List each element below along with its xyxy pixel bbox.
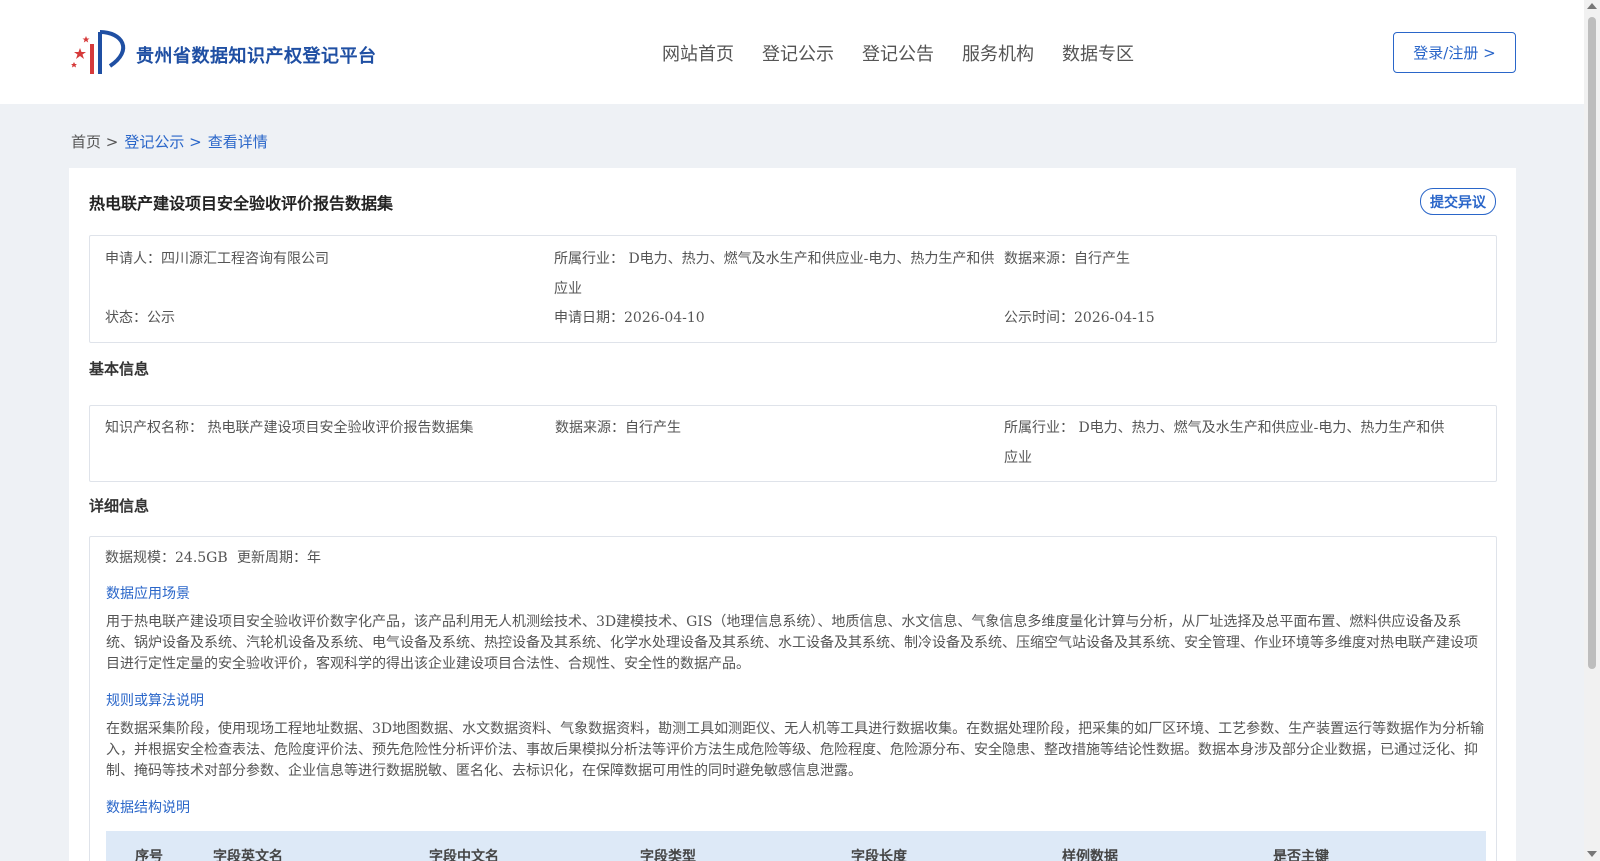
summary-box: 申请人：四川源汇工程咨询有限公司 所属行业： D电力、热力、燃气及水生产和供应业…: [89, 235, 1497, 343]
table-header-sample: 样例数据: [1062, 849, 1118, 861]
scroll-up-icon[interactable]: [1587, 3, 1597, 9]
top-header: 贵州省数据知识产权登记平台 网站首页 登记公示 登记公告 服务机构 数据专区 登…: [0, 0, 1584, 104]
publicity-time-field: 公示时间：2026-04-15: [1004, 310, 1155, 326]
breadcrumb-registration-publicity[interactable]: 登记公示 >: [124, 131, 201, 152]
structure-title: 数据结构说明: [106, 800, 190, 816]
submit-objection-button[interactable]: 提交异议: [1420, 188, 1496, 215]
table-header-field-cn: 字段中文名: [429, 849, 499, 861]
nav-item-data-zone[interactable]: 数据专区: [1062, 40, 1134, 66]
scenario-title: 数据应用场景: [106, 586, 190, 602]
basic-info-title: 基本信息: [89, 360, 150, 378]
ip-name-field: 知识产权名称： 热电联产建设项目安全验收评价报告数据集: [105, 420, 474, 436]
nav-item-service-agencies[interactable]: 服务机构: [962, 40, 1034, 66]
table-header-field-type: 字段类型: [640, 849, 696, 861]
login-register-button[interactable]: 登录/注册 >: [1393, 32, 1516, 73]
data-source-field: 数据来源：自行产生: [1004, 251, 1130, 267]
nav-item-registration-publicity[interactable]: 登记公示: [762, 40, 834, 66]
breadcrumb: 首页 > 登记公示 > 查看详情: [71, 131, 268, 152]
main-nav: 网站首页 登记公示 登记公告 服务机构 数据专区: [662, 40, 1134, 66]
apply-date-field: 申请日期：2026-04-10: [554, 310, 705, 326]
detail-info-box: 数据规模：24.5GB 更新周期：年 数据应用场景 用于热电联产建设项目安全验收…: [89, 536, 1497, 861]
data-scale-field: 数据规模：24.5GB: [105, 550, 228, 566]
detail-card: 热电联产建设项目安全验收评价报告数据集 提交异议 申请人：四川源汇工程咨询有限公…: [69, 168, 1516, 861]
applicant-field: 申请人：四川源汇工程咨询有限公司: [105, 251, 329, 267]
algorithm-text: 在数据采集阶段，使用现场工程地址数据、3D地图数据、水文数据资料、气象数据资料，…: [106, 721, 1485, 779]
nav-item-registration-announcement[interactable]: 登记公告: [862, 40, 934, 66]
update-cycle-field: 更新周期：年: [237, 550, 321, 566]
industry-field: 所属行业： D电力、热力、燃气及水生产和供应业-电力、热力生产和供应业: [554, 251, 995, 297]
table-header-field-en: 字段英文名: [213, 849, 283, 861]
algorithm-title: 规则或算法说明: [106, 693, 204, 709]
basic-industry-field: 所属行业： D电力、热力、燃气及水生产和供应业-电力、热力生产和供应业: [1004, 420, 1445, 466]
breadcrumb-current: 查看详情: [207, 133, 268, 151]
nav-item-home[interactable]: 网站首页: [662, 40, 734, 66]
basic-data-source-field: 数据来源：自行产生: [555, 420, 681, 436]
detail-info-title: 详细信息: [89, 497, 150, 515]
scroll-down-icon[interactable]: [1587, 851, 1597, 857]
structure-table-header: 序号 字段英文名 字段中文名 字段类型 字段长度 样例数据 是否主键: [106, 831, 1486, 861]
platform-logo-icon[interactable]: [70, 26, 130, 78]
table-header-primary-key: 是否主键: [1273, 849, 1329, 861]
breadcrumb-home[interactable]: 首页 >: [71, 131, 118, 152]
table-header-field-length: 字段长度: [851, 849, 907, 861]
scenario-text: 用于热电联产建设项目安全验收评价数字化产品，该产品利用无人机测绘技术、3D建模技…: [106, 614, 1478, 672]
basic-info-box: 知识产权名称： 热电联产建设项目安全验收评价报告数据集 数据来源：自行产生 所属…: [89, 405, 1497, 482]
page-title: 热电联产建设项目安全验收评价报告数据集: [89, 194, 394, 213]
scroll-thumb[interactable]: [1588, 17, 1596, 669]
vertical-scrollbar[interactable]: [1584, 0, 1600, 861]
site-name[interactable]: 贵州省数据知识产权登记平台: [136, 42, 377, 68]
table-header-index: 序号: [135, 849, 163, 861]
status-field: 状态：公示: [105, 310, 175, 326]
